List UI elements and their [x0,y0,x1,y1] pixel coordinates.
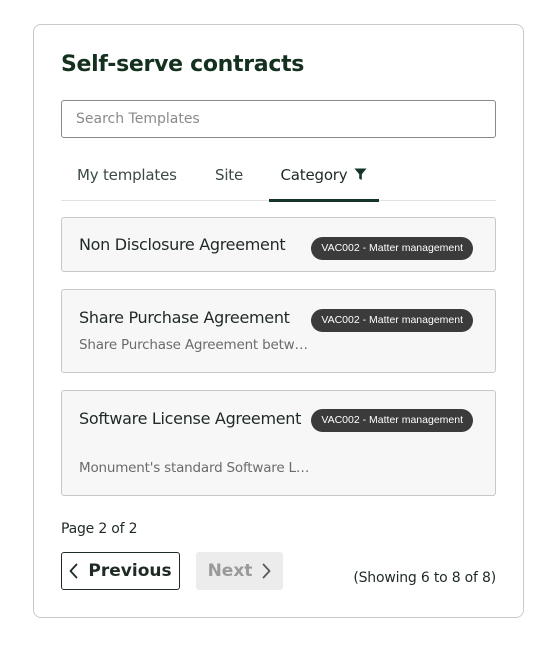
filter-icon[interactable] [354,168,367,181]
page-indicator: Page 2 of 2 [61,521,138,537]
category-badge: VAC002 - Matter management [311,309,473,332]
template-title: Non Disclosure Agreement [79,235,286,254]
next-button[interactable]: Next [196,552,283,590]
results-count: (Showing 6 to 8 of 8) [353,570,496,586]
chevron-left-icon [69,563,78,579]
next-label: Next [207,561,253,581]
category-badge: VAC002 - Matter management [311,409,473,432]
search-input[interactable] [61,100,496,138]
previous-button[interactable]: Previous [61,552,180,590]
tab-category[interactable]: Category [269,161,379,202]
page-title: Self-serve contracts [61,52,305,77]
tab-my-templates[interactable]: My templates [77,161,177,201]
template-card-nda[interactable]: Non Disclosure Agreement VAC002 - Matter… [61,217,496,272]
tab-site[interactable]: Site [215,161,243,201]
self-serve-contracts-panel: Self-serve contracts My templates Site C… [33,24,524,618]
template-title: Share Purchase Agreement [79,308,290,327]
chevron-right-icon [262,563,271,579]
template-description: Share Purchase Agreement betw… [79,337,308,353]
template-title: Software License Agreement [79,409,302,428]
tab-label: Site [215,166,243,184]
tab-bar: My templates Site Category [61,161,496,202]
tab-label: My templates [77,166,177,184]
previous-label: Previous [88,561,172,581]
tab-label: Category [280,166,348,184]
category-badge: VAC002 - Matter management [311,237,473,260]
template-card-share-purchase[interactable]: Share Purchase Agreement VAC002 - Matter… [61,289,496,373]
template-description: Monument's standard Software L… [79,460,310,476]
template-card-software-license[interactable]: Software License Agreement VAC002 - Matt… [61,390,496,496]
